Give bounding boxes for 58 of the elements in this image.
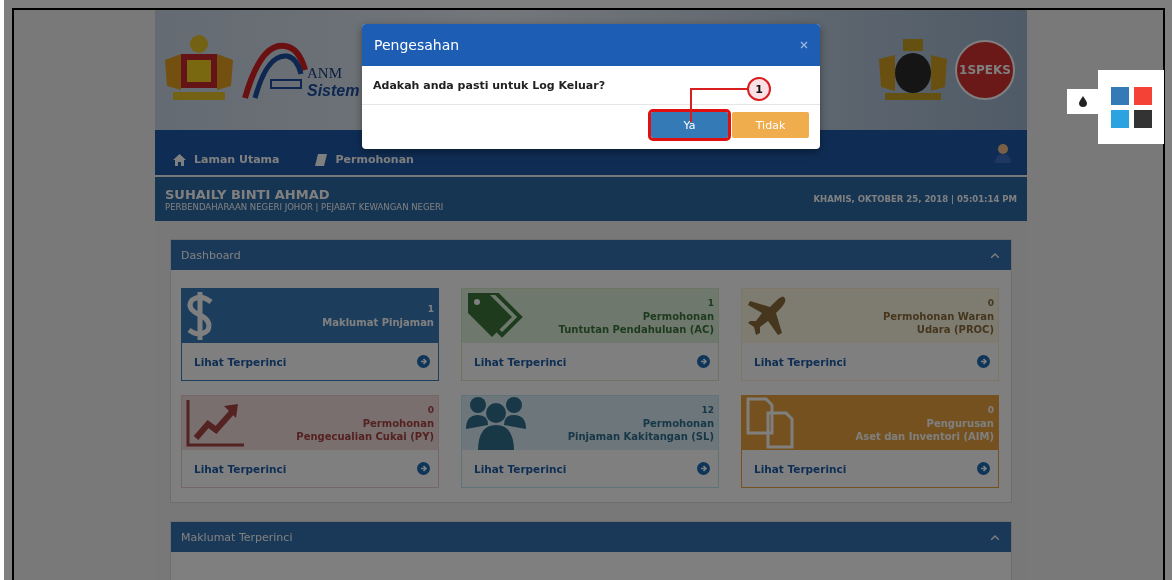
color-swatch[interactable] — [1111, 86, 1129, 105]
arrow-circle-icon[interactable] — [977, 462, 990, 475]
droplet-icon — [1078, 96, 1087, 107]
card-title: Pengecualian Cukai (PY) — [296, 429, 434, 443]
card-count: 0 — [427, 403, 434, 417]
dialog-message: Adakah anda pasti untuk Log Keluar? — [373, 78, 606, 92]
collapse-icon[interactable] — [991, 252, 999, 258]
card-title: Permohonan — [362, 416, 434, 430]
details-link[interactable]: Lihat Terperinci — [754, 462, 847, 475]
user-name: SUHAILY BINTI AHMAD — [165, 186, 331, 202]
panel-title: Dashboard — [181, 248, 241, 262]
color-swatch[interactable] — [1134, 86, 1152, 105]
card-title: Maklumat Pinjaman — [322, 316, 434, 329]
airplane-icon — [746, 295, 788, 337]
users-group-icon — [466, 396, 526, 450]
card-count: 12 — [701, 403, 714, 417]
tag-icon — [466, 293, 524, 339]
color-swatch[interactable] — [1134, 109, 1152, 128]
card-count: 0 — [987, 403, 994, 417]
details-link[interactable]: Lihat Terperinci — [754, 355, 847, 368]
arrow-circle-icon[interactable] — [417, 462, 430, 475]
dialog-button[interactable]: Ya — [651, 112, 728, 138]
details-link[interactable]: Lihat Terperinci — [474, 355, 567, 368]
palette-toggle[interactable] — [1067, 89, 1098, 114]
details-link[interactable]: Lihat Terperinci — [474, 462, 567, 475]
card-title: Tuntutan Pendahuluan (AC) — [558, 322, 714, 336]
card-title: Permohonan Waran — [883, 309, 994, 323]
arrow-circle-icon[interactable] — [697, 355, 710, 368]
nav-item[interactable]: Permohonan — [315, 139, 414, 166]
home-icon — [173, 153, 186, 166]
arrow-circle-icon[interactable] — [697, 462, 710, 475]
date-time: KHAMIS, OKTOBER 25, 2018 | 05:01:14 PM — [813, 194, 1017, 204]
arrow-circle-icon[interactable] — [417, 355, 430, 368]
panel-title: Maklumat Terperinci — [181, 530, 293, 544]
brand-subtitle: Sistem — [307, 82, 360, 100]
close-icon[interactable] — [800, 41, 808, 49]
card-count: 0 — [987, 296, 994, 310]
details-link[interactable]: Lihat Terperinci — [194, 355, 287, 368]
card-title: Pinjaman Kakitangan (SL) — [567, 429, 714, 443]
color-swatch[interactable] — [1111, 109, 1129, 128]
round-logo: 1SPEKS — [955, 40, 1015, 100]
card-title: Pengurusan — [926, 416, 994, 430]
brand-name: ANM — [307, 65, 343, 82]
dialog-button[interactable]: Tidak — [732, 112, 809, 138]
card-title: Permohonan — [642, 416, 714, 430]
nav-item[interactable]: Laman Utama — [173, 139, 280, 166]
card-count: 1 — [707, 296, 714, 310]
details-link[interactable]: Lihat Terperinci — [194, 462, 287, 475]
arrow-circle-icon[interactable] — [977, 355, 990, 368]
user-organization: PERBENDAHARAAN NEGERI JOHOR | PEJABAT KEWANGAN NEGERI — [165, 201, 445, 212]
card-title: Aset dan Inventori (AIM) — [855, 429, 994, 443]
user-avatar-icon[interactable] — [995, 142, 1011, 163]
line-chart-icon — [186, 398, 246, 448]
card-title: Udara (PROC) — [916, 322, 994, 336]
card-count: 1 — [427, 303, 434, 316]
collapse-icon[interactable] — [991, 534, 999, 540]
card-title: Permohonan — [642, 309, 714, 323]
dialog-title: Pengesahan — [374, 37, 460, 53]
